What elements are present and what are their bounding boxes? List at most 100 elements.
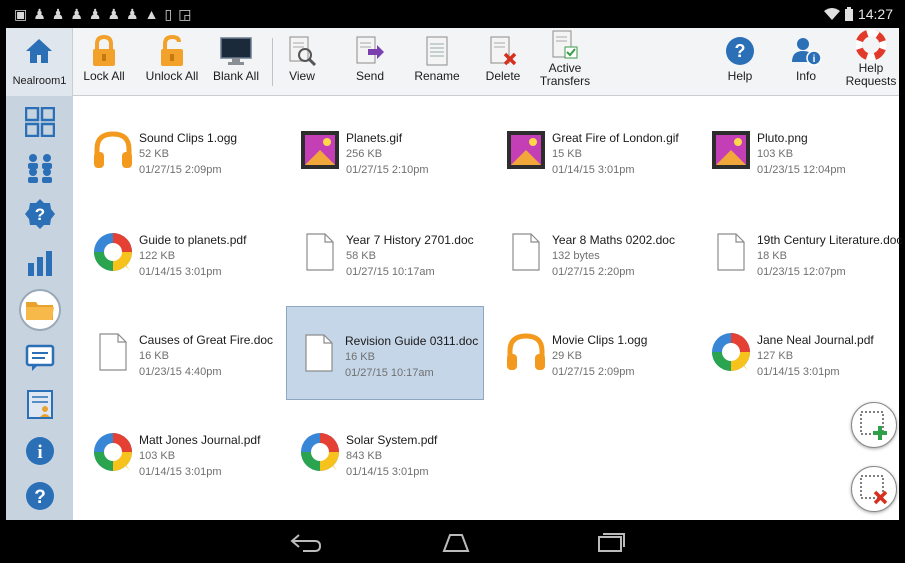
blank-all-button[interactable]: Blank All [209, 28, 263, 96]
rename-button[interactable]: Rename [413, 28, 461, 96]
info-label: Info [795, 69, 816, 83]
file-size: 16 KB [345, 351, 375, 363]
file-tile[interactable]: Great Fire of London.gif 15 KB 01/14/15 3:… [494, 104, 692, 198]
file-info: 19th Century Literature.doc 18 KB 01/23/15… [757, 232, 902, 280]
file-size: 132 bytes [552, 250, 600, 262]
file-name: 19th Century Literature.doc [757, 233, 903, 247]
file-tile[interactable]: Year 8 Maths 0202.doc 132 bytes 01/27/15 2… [494, 206, 692, 300]
document-icon [91, 330, 135, 374]
file-info: Great Fire of London.gif 15 KB 01/14/15 3:… [552, 130, 697, 178]
file-name: Jane Neal Journal.pdf [757, 333, 874, 347]
recents-icon [598, 533, 625, 552]
document-icon [297, 331, 341, 375]
svg-text:i: i [813, 54, 816, 65]
file-name: Revision Guide 0311.doc [345, 334, 479, 348]
file-date: 01/14/15 3:01pm [139, 466, 222, 478]
file-info: Pluto.png 103 KB 01/23/15 12:04pm [757, 130, 902, 178]
file-date: 01/14/15 3:01pm [139, 266, 222, 278]
file-size: 843 KB [346, 450, 383, 462]
chat-icon [25, 344, 54, 371]
sidebar-item-help[interactable]: ? [6, 476, 73, 516]
photo-icon: ◲ [178, 6, 192, 22]
file-tile[interactable]: Causes of Great Fire.doc 16 KB 01/23/15 4:… [81, 306, 279, 400]
info-button[interactable]: i Info [788, 28, 824, 96]
file-info: Year 7 History 2701.doc 58 KB 01/27/15 10:… [346, 232, 491, 280]
user-icon: ♟ [51, 6, 65, 22]
notification-icons: ▣ ♟ ♟ ♟ ♟ ♟ ♟ ▲ ▯ ◲ [14, 7, 191, 21]
pdf-icon [91, 430, 135, 474]
file-tile[interactable]: Pluto.png 103 KB 01/23/15 12:04pm [699, 104, 897, 198]
lock-all-button[interactable]: Lock All [82, 28, 126, 96]
file-date: 01/23/15 4:40pm [139, 366, 222, 378]
unlock-all-button[interactable]: Unlock All [142, 28, 202, 96]
file-size: 127 KB [757, 350, 794, 362]
rename-label: Rename [414, 69, 460, 83]
file-tile[interactable]: Movie Clips 1.ogg 29 KB 01/27/15 2:09pm [494, 306, 692, 400]
files-active-indicator [18, 289, 61, 331]
sidebar-item-thumbnails[interactable] [6, 102, 73, 142]
file-name: Solar System.pdf [346, 433, 438, 447]
recents-button[interactable] [591, 528, 631, 556]
file-date: 01/23/15 12:07pm [757, 266, 846, 278]
view-button[interactable]: View [282, 28, 322, 96]
sidebar-item-reports[interactable] [6, 243, 73, 283]
sidebar-item-info[interactable]: i [6, 431, 73, 471]
delete-button[interactable]: Delete [481, 28, 525, 96]
active-transfers-button[interactable]: Active Transfers [535, 28, 595, 96]
svg-text:i: i [37, 442, 42, 463]
send-button[interactable]: Send [349, 28, 391, 96]
delete-document-icon [486, 34, 520, 68]
file-date: 01/27/15 2:09pm [552, 366, 635, 378]
file-info: Movie Clips 1.ogg 29 KB 01/27/15 2:09pm [552, 332, 697, 380]
sidebar-item-quiz[interactable]: ? [6, 194, 73, 234]
sidebar-item-chat[interactable] [6, 338, 73, 378]
file-date: 01/27/15 2:09pm [139, 164, 222, 176]
home-nav-icon [442, 534, 470, 552]
file-date: 01/23/15 12:04pm [757, 164, 846, 176]
file-tile[interactable]: 19th Century Literature.doc 18 KB 01/23/15… [699, 206, 902, 300]
file-info: Causes of Great Fire.doc 16 KB 01/23/15 4:… [139, 332, 284, 380]
help-icon: ? [25, 482, 54, 510]
file-date: 01/27/15 2:20pm [552, 266, 635, 278]
file-tile[interactable]: Revision Guide 0311.doc 16 KB 01/27/15 10:… [286, 306, 484, 400]
lifebuoy-icon [854, 28, 888, 62]
file-size: 122 KB [139, 250, 176, 262]
blank-all-label: Blank All [212, 69, 260, 83]
home-nav-button[interactable] [436, 528, 476, 556]
file-tile[interactable]: Jane Neal Journal.pdf 127 KB 01/14/15 3:01… [699, 306, 897, 400]
sidebar-item-groups[interactable] [6, 148, 73, 188]
active-transfers-line2: Transfers [539, 74, 591, 88]
file-info: Year 8 Maths 0202.doc 132 bytes 01/27/15 2… [552, 232, 697, 280]
file-info: Solar System.pdf 843 KB 01/14/15 3:01pm [346, 432, 491, 480]
file-tile[interactable]: Year 7 History 2701.doc 58 KB 01/27/15 10:… [288, 206, 486, 300]
file-tile[interactable]: Sound Clips 1.ogg 52 KB 01/27/15 2:09pm [81, 104, 279, 198]
clear-selection-button[interactable] [851, 466, 897, 512]
monitor-icon [219, 34, 253, 68]
file-tile[interactable]: Matt Jones Journal.pdf 103 KB 01/14/15 3:0… [81, 406, 279, 500]
user-icon: ♟ [126, 6, 139, 22]
file-tile[interactable]: Solar System.pdf 843 KB 01/14/15 3:01pm [288, 406, 486, 500]
group-icon [27, 154, 52, 183]
help-requests-button[interactable]: Help Requests [844, 28, 898, 96]
image-icon [298, 128, 342, 172]
file-tile[interactable]: Guide to planets.pdf 122 KB 01/14/15 3:01p… [81, 206, 279, 300]
sidebar: ? i ? [6, 96, 73, 520]
back-button[interactable] [286, 528, 326, 556]
sidebar-item-files[interactable] [6, 288, 73, 332]
file-size: 256 KB [346, 148, 383, 160]
add-selection-button[interactable] [851, 402, 897, 448]
clock: 14:27 [857, 6, 893, 22]
file-grid: Sound Clips 1.ogg 52 KB 01/27/15 2:09pm Pla… [73, 96, 902, 520]
home-button[interactable]: Nealroom1 [6, 28, 73, 96]
image-icon [504, 128, 548, 172]
file-date: 01/27/15 10:17am [345, 367, 434, 379]
document-icon [709, 230, 753, 274]
file-tile[interactable]: Planets.gif 256 KB 01/27/15 2:10pm [288, 104, 486, 198]
headphones-icon [504, 330, 548, 374]
sidebar-item-journal[interactable] [6, 384, 73, 424]
help-button[interactable]: ? Help [722, 28, 758, 96]
info-icon: i [25, 437, 54, 465]
unlock-all-label: Unlock All [145, 69, 199, 83]
file-date: 01/27/15 2:10pm [346, 164, 429, 176]
user-info-icon: i [789, 34, 823, 68]
